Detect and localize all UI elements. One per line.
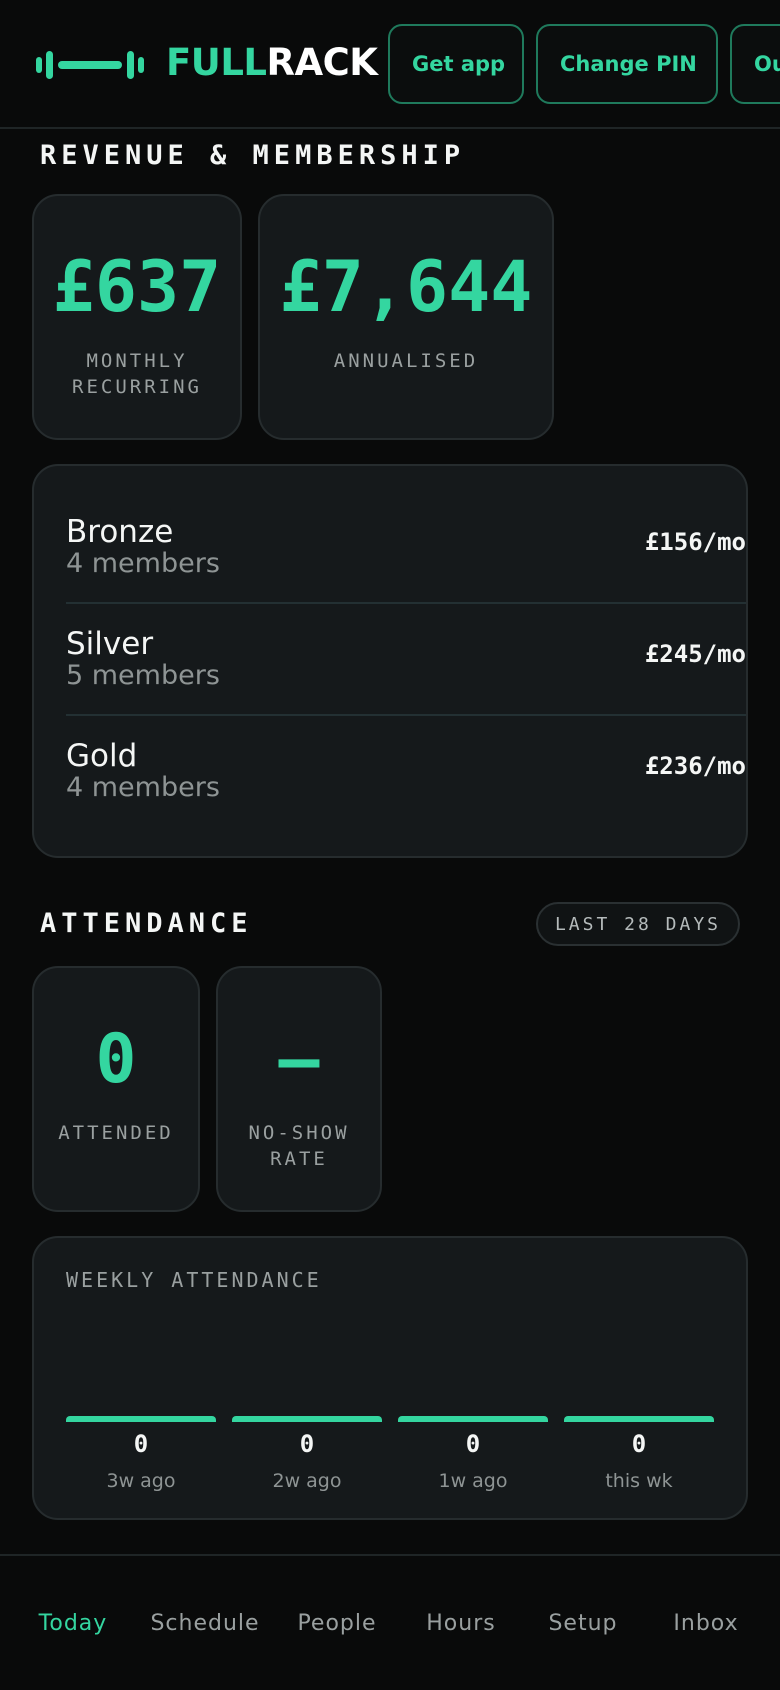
get-app-button[interactable]: Get app bbox=[388, 24, 524, 104]
attended-value: 0 bbox=[95, 1020, 137, 1099]
tier-price: £245/mo bbox=[644, 640, 746, 668]
chart-bar-value-label: 0 bbox=[465, 1430, 481, 1458]
tier-row-bronze[interactable]: Bronze 4 members £156/mo bbox=[66, 492, 746, 604]
barbell-icon bbox=[36, 51, 144, 79]
annualised-value: £7,644 bbox=[279, 246, 533, 328]
nav-item-people[interactable]: People bbox=[274, 1556, 400, 1690]
revenue-section-title: REVENUE & MEMBERSHIP bbox=[40, 140, 466, 171]
tier-name: Bronze bbox=[66, 514, 174, 550]
nav-item-schedule[interactable]: Schedule bbox=[142, 1556, 268, 1690]
bottom-nav: Today Schedule People Hours Setup Inbox bbox=[0, 1554, 780, 1688]
monthly-recurring-label: MONTHLY RECURRING bbox=[72, 350, 202, 398]
brand-part-rack: RACK bbox=[266, 41, 378, 84]
no-show-rate-value: — bbox=[278, 1020, 320, 1099]
nav-item-hours[interactable]: Hours bbox=[398, 1556, 524, 1690]
chart-bar bbox=[398, 1416, 548, 1422]
chart-category-label: 1w ago bbox=[438, 1470, 508, 1492]
tier-member-count: 4 members bbox=[66, 772, 220, 803]
chart-bar-value-label: 0 bbox=[631, 1430, 647, 1458]
annualised-label: ANNUALISED bbox=[333, 350, 479, 372]
chart-category-label: 2w ago bbox=[272, 1470, 342, 1492]
nav-item-inbox[interactable]: Inbox bbox=[642, 1556, 770, 1690]
chart-column: 0 this wk bbox=[564, 1238, 714, 1522]
chart-bar bbox=[66, 1416, 216, 1422]
tier-row-gold[interactable]: Gold 4 members £236/mo bbox=[66, 716, 746, 828]
chart-bar bbox=[232, 1416, 382, 1422]
tier-price: £156/mo bbox=[644, 528, 746, 556]
membership-tiers-card: Bronze 4 members £156/mo Silver 5 member… bbox=[32, 464, 748, 858]
monthly-recurring-value: £637 bbox=[52, 246, 222, 328]
weekly-attendance-chart: WEEKLY ATTENDANCE 0 3w ago 0 2w ago 0 1w ago 0… bbox=[32, 1236, 748, 1520]
chart-category-label: 3w ago bbox=[106, 1470, 176, 1492]
brand-wordmark: FULLRACK bbox=[166, 40, 378, 86]
chart-column: 0 3w ago bbox=[66, 1238, 216, 1522]
attended-label: ATTENDED bbox=[58, 1122, 174, 1144]
nav-item-setup[interactable]: Setup bbox=[520, 1556, 646, 1690]
chart-bar bbox=[564, 1416, 714, 1422]
tier-row-silver[interactable]: Silver 5 members £245/mo bbox=[66, 604, 746, 716]
tier-price: £236/mo bbox=[644, 752, 746, 780]
nav-item-today[interactable]: Today bbox=[0, 1556, 146, 1690]
tier-member-count: 5 members bbox=[66, 660, 220, 691]
monthly-recurring-card: £637 MONTHLY RECURRING bbox=[32, 194, 242, 440]
chart-column: 0 1w ago bbox=[398, 1238, 548, 1522]
no-show-rate-card: — NO-SHOW RATE bbox=[216, 966, 382, 1212]
no-show-rate-label: NO-SHOW RATE bbox=[248, 1122, 350, 1170]
tier-name: Gold bbox=[66, 738, 138, 774]
attendance-section-title: ATTENDANCE bbox=[40, 908, 253, 939]
attended-card: 0 ATTENDED bbox=[32, 966, 200, 1212]
tier-name: Silver bbox=[66, 626, 154, 662]
chart-column: 0 2w ago bbox=[232, 1238, 382, 1522]
period-filter-pill[interactable]: LAST 28 DAYS bbox=[536, 902, 740, 946]
annualised-card: £7,644 ANNUALISED bbox=[258, 194, 554, 440]
change-pin-button[interactable]: Change PIN bbox=[536, 24, 718, 104]
chart-bar-value-label: 0 bbox=[299, 1430, 315, 1458]
chart-plot-area: 0 3w ago 0 2w ago 0 1w ago 0 this wk bbox=[66, 1238, 716, 1522]
chart-category-label: this wk bbox=[605, 1470, 673, 1492]
tier-member-count: 4 members bbox=[66, 548, 220, 579]
header-overflow-button[interactable]: Ou bbox=[730, 24, 780, 104]
brand-part-full: FULL bbox=[166, 41, 267, 84]
chart-bar-value-label: 0 bbox=[133, 1430, 149, 1458]
app-header: FULLRACK Get app Change PIN Ou bbox=[0, 0, 780, 129]
